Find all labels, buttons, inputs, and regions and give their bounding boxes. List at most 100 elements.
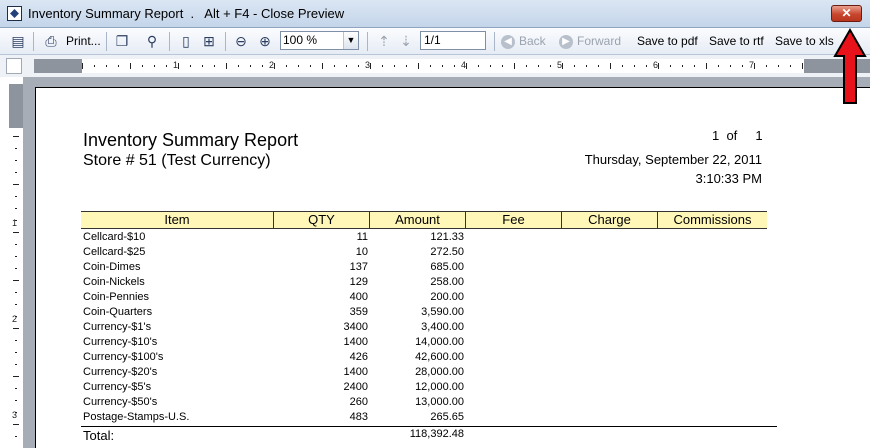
ruler-tick: [13, 424, 19, 425]
qty-cell: 11: [356, 231, 368, 243]
zoom-value: 100 %: [283, 33, 318, 47]
toolbar-separator: [169, 32, 170, 51]
ruler-tick: [94, 65, 95, 67]
item-cell: Currency-$10's: [83, 336, 158, 348]
ruler-tick: [15, 364, 17, 365]
multi-page-icon[interactable]: ⊞: [200, 31, 218, 52]
amount-cell: 13,000.00: [415, 396, 464, 408]
outline-icon[interactable]: ▤: [9, 31, 27, 52]
ruler-tick: [190, 65, 191, 67]
ruler-tick: [430, 65, 431, 67]
next-page-icon[interactable]: ⇣: [397, 31, 415, 52]
qty-cell: 260: [349, 396, 368, 408]
amount-cell: 258.00: [430, 276, 464, 288]
ruler-number: 1: [12, 218, 18, 228]
ruler-tick: [394, 65, 395, 67]
forward-label: Forward: [577, 34, 622, 48]
ruler-tick: [658, 63, 659, 69]
left-margin-marker: [34, 59, 82, 73]
top-margin-marker: [9, 84, 23, 128]
ruler-number: 1: [173, 60, 179, 70]
ruler-number: 2: [12, 314, 18, 324]
table-row: Currency-$20's 1400 28,000.00: [83, 366, 483, 381]
ruler-tick: [82, 63, 83, 69]
save-xls-button[interactable]: Save to xls: [775, 31, 834, 52]
item-cell: Coin-Quarters: [83, 306, 153, 318]
zoom-in-icon[interactable]: ⊕: [256, 31, 274, 52]
ruler-tick: [15, 388, 17, 389]
ruler-tick: [13, 136, 19, 137]
table-row: Coin-Quarters 359 3,590.00: [83, 306, 483, 321]
ruler-tick: [766, 65, 767, 67]
toolbar-separator: [106, 32, 107, 51]
table-row: Postage-Stamps-U.S. 483 265.65: [83, 411, 483, 426]
amount-cell: 272.50: [430, 246, 464, 258]
preview-area[interactable]: Inventory Summary Report Store # 51 (Tes…: [23, 77, 870, 448]
ruler-tick: [718, 65, 719, 67]
ruler-tick: [15, 196, 17, 197]
ruler-tick: [15, 436, 17, 437]
table-row: Coin-Nickels 129 258.00: [83, 276, 483, 291]
ruler-tick: [238, 65, 239, 67]
item-cell: Postage-Stamps-U.S.: [83, 411, 190, 423]
column-header-amount: Amount: [370, 212, 466, 228]
ruler-tick: [214, 65, 215, 67]
back-button[interactable]: ◀ Back: [501, 31, 546, 52]
total-amount: 118,392.48: [409, 428, 464, 440]
horizontal-ruler[interactable]: 1 2 3 4 5 6 7: [34, 59, 870, 73]
printer-icon[interactable]: ⎙: [42, 31, 60, 52]
close-button[interactable]: ✕: [831, 5, 862, 22]
ruler-tick: [526, 65, 527, 67]
qty-cell: 359: [349, 306, 368, 318]
save-rtf-button[interactable]: Save to rtf: [709, 31, 764, 52]
save-pdf-button[interactable]: Save to pdf: [637, 31, 698, 52]
qty-cell: 1400: [343, 366, 368, 378]
table-row: Cellcard-$25 10 272.50: [83, 246, 483, 261]
ruler-tick: [754, 63, 755, 69]
item-cell: Coin-Dimes: [83, 261, 141, 273]
copy-icon[interactable]: ❐: [113, 31, 131, 52]
total-label: Total:: [83, 428, 115, 443]
ruler-tick: [478, 65, 479, 67]
title-bar: Inventory Summary Report . Alt + F4 - Cl…: [0, 0, 870, 28]
ruler-tick: [730, 65, 731, 67]
ruler-corner: [6, 58, 22, 74]
table-row: Currency-$100's 426 42,600.00: [83, 351, 483, 366]
ruler-tick: [490, 65, 491, 67]
page-field[interactable]: 1/1: [420, 31, 486, 50]
ruler-tick: [15, 268, 17, 269]
ruler-tick: [562, 63, 563, 69]
zoom-select[interactable]: 100 % ▼: [280, 31, 359, 50]
zoom-out-icon[interactable]: ⊖: [232, 31, 250, 52]
ruler-tick: [454, 65, 455, 67]
chevron-down-icon[interactable]: ▼: [343, 32, 358, 49]
single-page-icon[interactable]: ▯: [177, 31, 195, 52]
table-row: Currency-$5's 2400 12,000.00: [83, 381, 483, 396]
forward-button[interactable]: ▶ Forward: [559, 31, 621, 52]
vertical-ruler[interactable]: 1 2 3: [9, 84, 23, 448]
ruler-number: 3: [12, 410, 18, 420]
ruler-tick: [15, 256, 17, 257]
ruler-tick: [742, 65, 743, 67]
ruler-tick: [13, 280, 19, 281]
window-title: Inventory Summary Report . Alt + F4 - Cl…: [28, 6, 345, 21]
table-row: Coin-Pennies 400 200.00: [83, 291, 483, 306]
print-button[interactable]: Print...: [66, 31, 101, 52]
previous-page-icon[interactable]: ⇡: [375, 31, 393, 52]
ruler-tick: [634, 65, 635, 67]
table-row: Coin-Dimes 137 685.00: [83, 261, 483, 276]
ruler-tick: [598, 65, 599, 67]
ruler-tick: [586, 65, 587, 67]
find-icon[interactable]: ⚲: [143, 31, 161, 52]
ruler-tick: [250, 65, 251, 67]
ruler-tick: [706, 63, 707, 69]
report-title: Inventory Summary Report: [83, 130, 299, 150]
ruler-number: 3: [365, 60, 371, 70]
table-row: Currency-$10's 1400 14,000.00: [83, 336, 483, 351]
ruler-tick: [622, 65, 623, 67]
toolbar-separator: [33, 32, 34, 51]
ruler-tick: [610, 63, 611, 69]
column-header-qty: QTY: [274, 212, 370, 228]
amount-cell: 14,000.00: [415, 336, 464, 348]
ruler-tick: [130, 63, 131, 69]
